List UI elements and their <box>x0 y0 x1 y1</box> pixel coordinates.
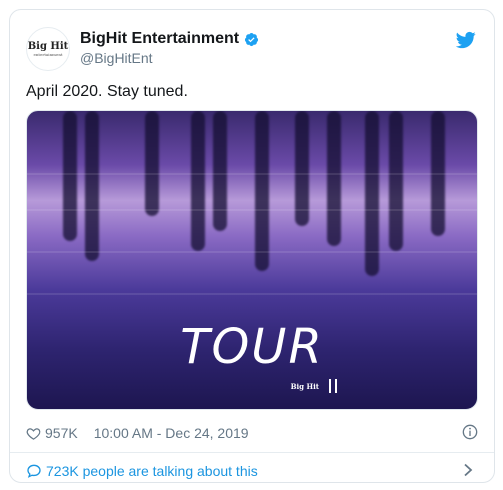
media-reflection <box>389 111 403 251</box>
media-ripple <box>27 251 477 253</box>
tweet-embed-card: Big Hit entertainment BigHit Entertainme… <box>9 9 495 483</box>
author-display-name[interactable]: BigHit Entertainment <box>80 30 259 48</box>
tweet-text: April 2020. Stay tuned. <box>26 83 188 100</box>
tweet-timestamp[interactable]: 10:00 AM - Dec 24, 2019 <box>94 425 249 441</box>
media-reflection <box>63 111 77 241</box>
avatar-logo: Big Hit entertainment <box>27 40 69 57</box>
info-icon[interactable] <box>462 424 478 440</box>
chevron-right-icon <box>464 463 473 477</box>
verified-badge-icon <box>245 32 259 46</box>
media-reflection <box>85 111 99 261</box>
media-reflection <box>213 111 227 231</box>
avatar[interactable]: Big Hit entertainment <box>26 27 70 71</box>
media-reflection <box>255 111 269 271</box>
tweet-meta: 957K 10:00 AM - Dec 24, 2019 <box>26 423 478 443</box>
media-brand-logos: Big Hit <box>291 379 337 393</box>
media-reflection <box>145 111 159 216</box>
media-ripple <box>27 209 477 211</box>
speech-bubble-icon <box>27 464 41 478</box>
media-ripple <box>27 293 477 295</box>
media-ripple <box>27 173 477 175</box>
avatar-logo-subtext: entertainment <box>33 51 63 57</box>
media-brand-label: Big Hit <box>290 381 319 391</box>
media-reflection <box>191 111 205 251</box>
bts-logo-icon <box>329 379 337 393</box>
tweet-header: Big Hit entertainment BigHit Entertainme… <box>26 24 478 71</box>
twitter-bird-icon[interactable] <box>456 30 476 50</box>
media-reflection <box>327 111 341 246</box>
author-handle[interactable]: @BigHitEnt <box>80 50 259 66</box>
author-display-name-text: BigHit Entertainment <box>80 30 240 47</box>
author-names: BigHit Entertainment @BigHitEnt <box>80 30 259 66</box>
avatar-logo-text: Big Hit <box>27 40 69 52</box>
media-overlay-text: TOUR <box>180 319 324 375</box>
heart-icon[interactable] <box>26 426 41 441</box>
divider <box>10 452 494 453</box>
conversation-link[interactable]: 723K people are talking about this <box>26 460 478 482</box>
conversation-label: 723K people are talking about this <box>46 463 258 479</box>
tweet-media-image[interactable]: TOUR Big Hit <box>26 110 478 410</box>
like-count[interactable]: 957K <box>45 425 78 441</box>
